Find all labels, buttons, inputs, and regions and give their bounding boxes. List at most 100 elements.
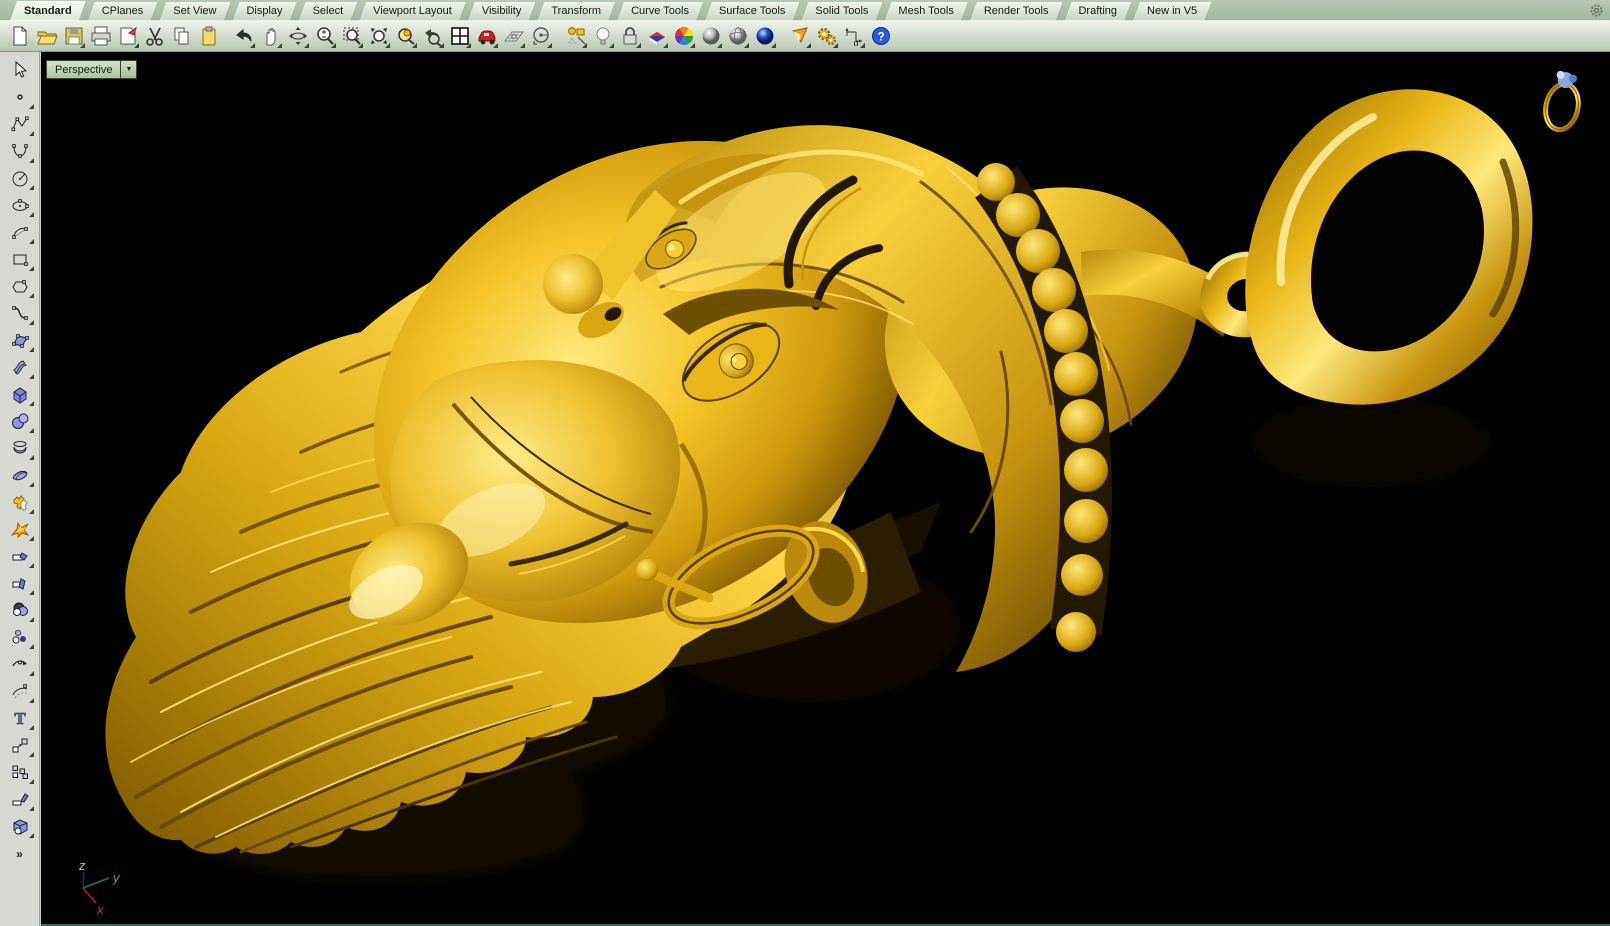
new-file-icon [9, 25, 31, 47]
tab-set-view[interactable]: Set View [159, 2, 230, 21]
tab-visibility[interactable]: Visibility [468, 2, 536, 21]
open-folder-icon [36, 25, 58, 47]
tab-curve-tools[interactable]: Curve Tools [617, 2, 703, 21]
point-icon [10, 87, 30, 107]
save-button[interactable] [60, 23, 87, 50]
split-icon [10, 573, 30, 593]
trim-button[interactable] [5, 542, 35, 569]
curve-icon [10, 303, 30, 323]
tab-standard[interactable]: Standard [10, 1, 86, 21]
freeform-curve-button[interactable] [5, 299, 35, 326]
viewport-title[interactable]: Perspective ▼ [46, 60, 137, 79]
tab-transform[interactable]: Transform [537, 2, 615, 21]
extrude-solid-button[interactable] [5, 812, 35, 839]
left-toolbar: T » [0, 52, 40, 926]
undo-view-change-button[interactable] [419, 23, 446, 50]
rectangle-button[interactable] [5, 245, 35, 272]
printer-icon [90, 25, 112, 47]
revolve-button[interactable] [5, 434, 35, 461]
print-button[interactable] [87, 23, 114, 50]
wire-sphere-icon [727, 25, 749, 47]
rectangle-icon [10, 249, 30, 269]
tab-solid-tools[interactable]: Solid Tools [801, 2, 882, 21]
gears-icon [816, 25, 838, 47]
surface-from-points-button[interactable] [5, 326, 35, 353]
offset-curve-button[interactable] [5, 677, 35, 704]
rendered-viewport-button[interactable] [751, 23, 778, 50]
surface-from-curves-button[interactable] [5, 353, 35, 380]
undo-button[interactable] [230, 23, 257, 50]
lock-objects-button[interactable] [616, 23, 643, 50]
tab-options-button[interactable] [1589, 3, 1604, 18]
tab-new-in-v5[interactable]: New in V5 [1133, 2, 1211, 21]
dimension-button[interactable] [840, 23, 867, 50]
ghosted-viewport-button[interactable] [724, 23, 751, 50]
cplanes-button[interactable] [500, 23, 527, 50]
color-wheel-button[interactable] [670, 23, 697, 50]
set-cplane-button[interactable] [527, 23, 554, 50]
arc-button[interactable] [5, 218, 35, 245]
copy-array-button[interactable] [5, 758, 35, 785]
curve-through-points-button[interactable] [5, 137, 35, 164]
svg-text:T: T [14, 709, 26, 728]
shaded-viewport-button[interactable] [697, 23, 724, 50]
tab-mesh-tools[interactable]: Mesh Tools [884, 2, 967, 21]
undo-arrow-icon [233, 25, 255, 47]
pan-button[interactable] [257, 23, 284, 50]
viewport-layout-button[interactable] [446, 23, 473, 50]
rhino-window: Standard CPlanes Set View Display Select… [0, 0, 1610, 926]
move-button[interactable] [5, 731, 35, 758]
patch-button[interactable] [5, 461, 35, 488]
perspective-viewport[interactable]: x y z Perspective ▼ [41, 52, 1610, 926]
tab-render-tools[interactable]: Render Tools [970, 2, 1063, 21]
assign-material-button[interactable] [643, 23, 670, 50]
point-cloud-button[interactable] [5, 623, 35, 650]
sphere-button[interactable] [5, 407, 35, 434]
zoom-extents-button[interactable] [365, 23, 392, 50]
copy-button[interactable] [168, 23, 195, 50]
dots-icon [10, 627, 30, 647]
explode-button[interactable] [5, 515, 35, 542]
render-button[interactable] [786, 23, 813, 50]
paste-button[interactable] [195, 23, 222, 50]
show-objects-button[interactable] [589, 23, 616, 50]
box-button[interactable] [5, 380, 35, 407]
curve-blend-button[interactable] [5, 650, 35, 677]
text-object-button[interactable]: T [5, 704, 35, 731]
zoom-dynamic-button[interactable] [311, 23, 338, 50]
circle-button[interactable] [5, 164, 35, 191]
single-point-button[interactable] [5, 83, 35, 110]
zoom-window-button[interactable] [338, 23, 365, 50]
tab-cplanes[interactable]: CPlanes [88, 2, 158, 21]
cut-button[interactable] [141, 23, 168, 50]
rotate-button[interactable] [5, 785, 35, 812]
help-button[interactable]: ? [867, 23, 894, 50]
sidebar-expand-button[interactable]: » [16, 847, 23, 861]
tab-surface-tools[interactable]: Surface Tools [705, 2, 799, 21]
ellipse-button[interactable] [5, 191, 35, 218]
rotate-view-button[interactable] [284, 23, 311, 50]
polygon-button[interactable] [5, 272, 35, 299]
magnifier-plusminus-icon [314, 25, 336, 47]
tab-select[interactable]: Select [299, 2, 358, 21]
polyline-button[interactable] [5, 110, 35, 137]
new-file-button[interactable] [6, 23, 33, 50]
edit-properties-button[interactable] [114, 23, 141, 50]
viewport-title-dropdown[interactable]: ▼ [120, 61, 136, 78]
open-file-button[interactable] [33, 23, 60, 50]
split-button[interactable] [5, 569, 35, 596]
tab-display[interactable]: Display [232, 2, 296, 21]
options-button[interactable] [813, 23, 840, 50]
tab-drafting[interactable]: Drafting [1064, 2, 1131, 21]
hide-objects-button[interactable] [562, 23, 589, 50]
scissors-icon [144, 25, 166, 47]
boolean-difference-button[interactable] [5, 596, 35, 623]
tab-viewport-layout[interactable]: Viewport Layout [359, 2, 466, 21]
zoom-selected-button[interactable] [392, 23, 419, 50]
boolean-union-button[interactable] [5, 488, 35, 515]
select-button[interactable] [5, 56, 35, 83]
chevron-down-icon: ▼ [126, 66, 133, 73]
array-icon [10, 762, 30, 782]
ring-with-gem-icon [1542, 69, 1585, 132]
named-views-button[interactable] [473, 23, 500, 50]
